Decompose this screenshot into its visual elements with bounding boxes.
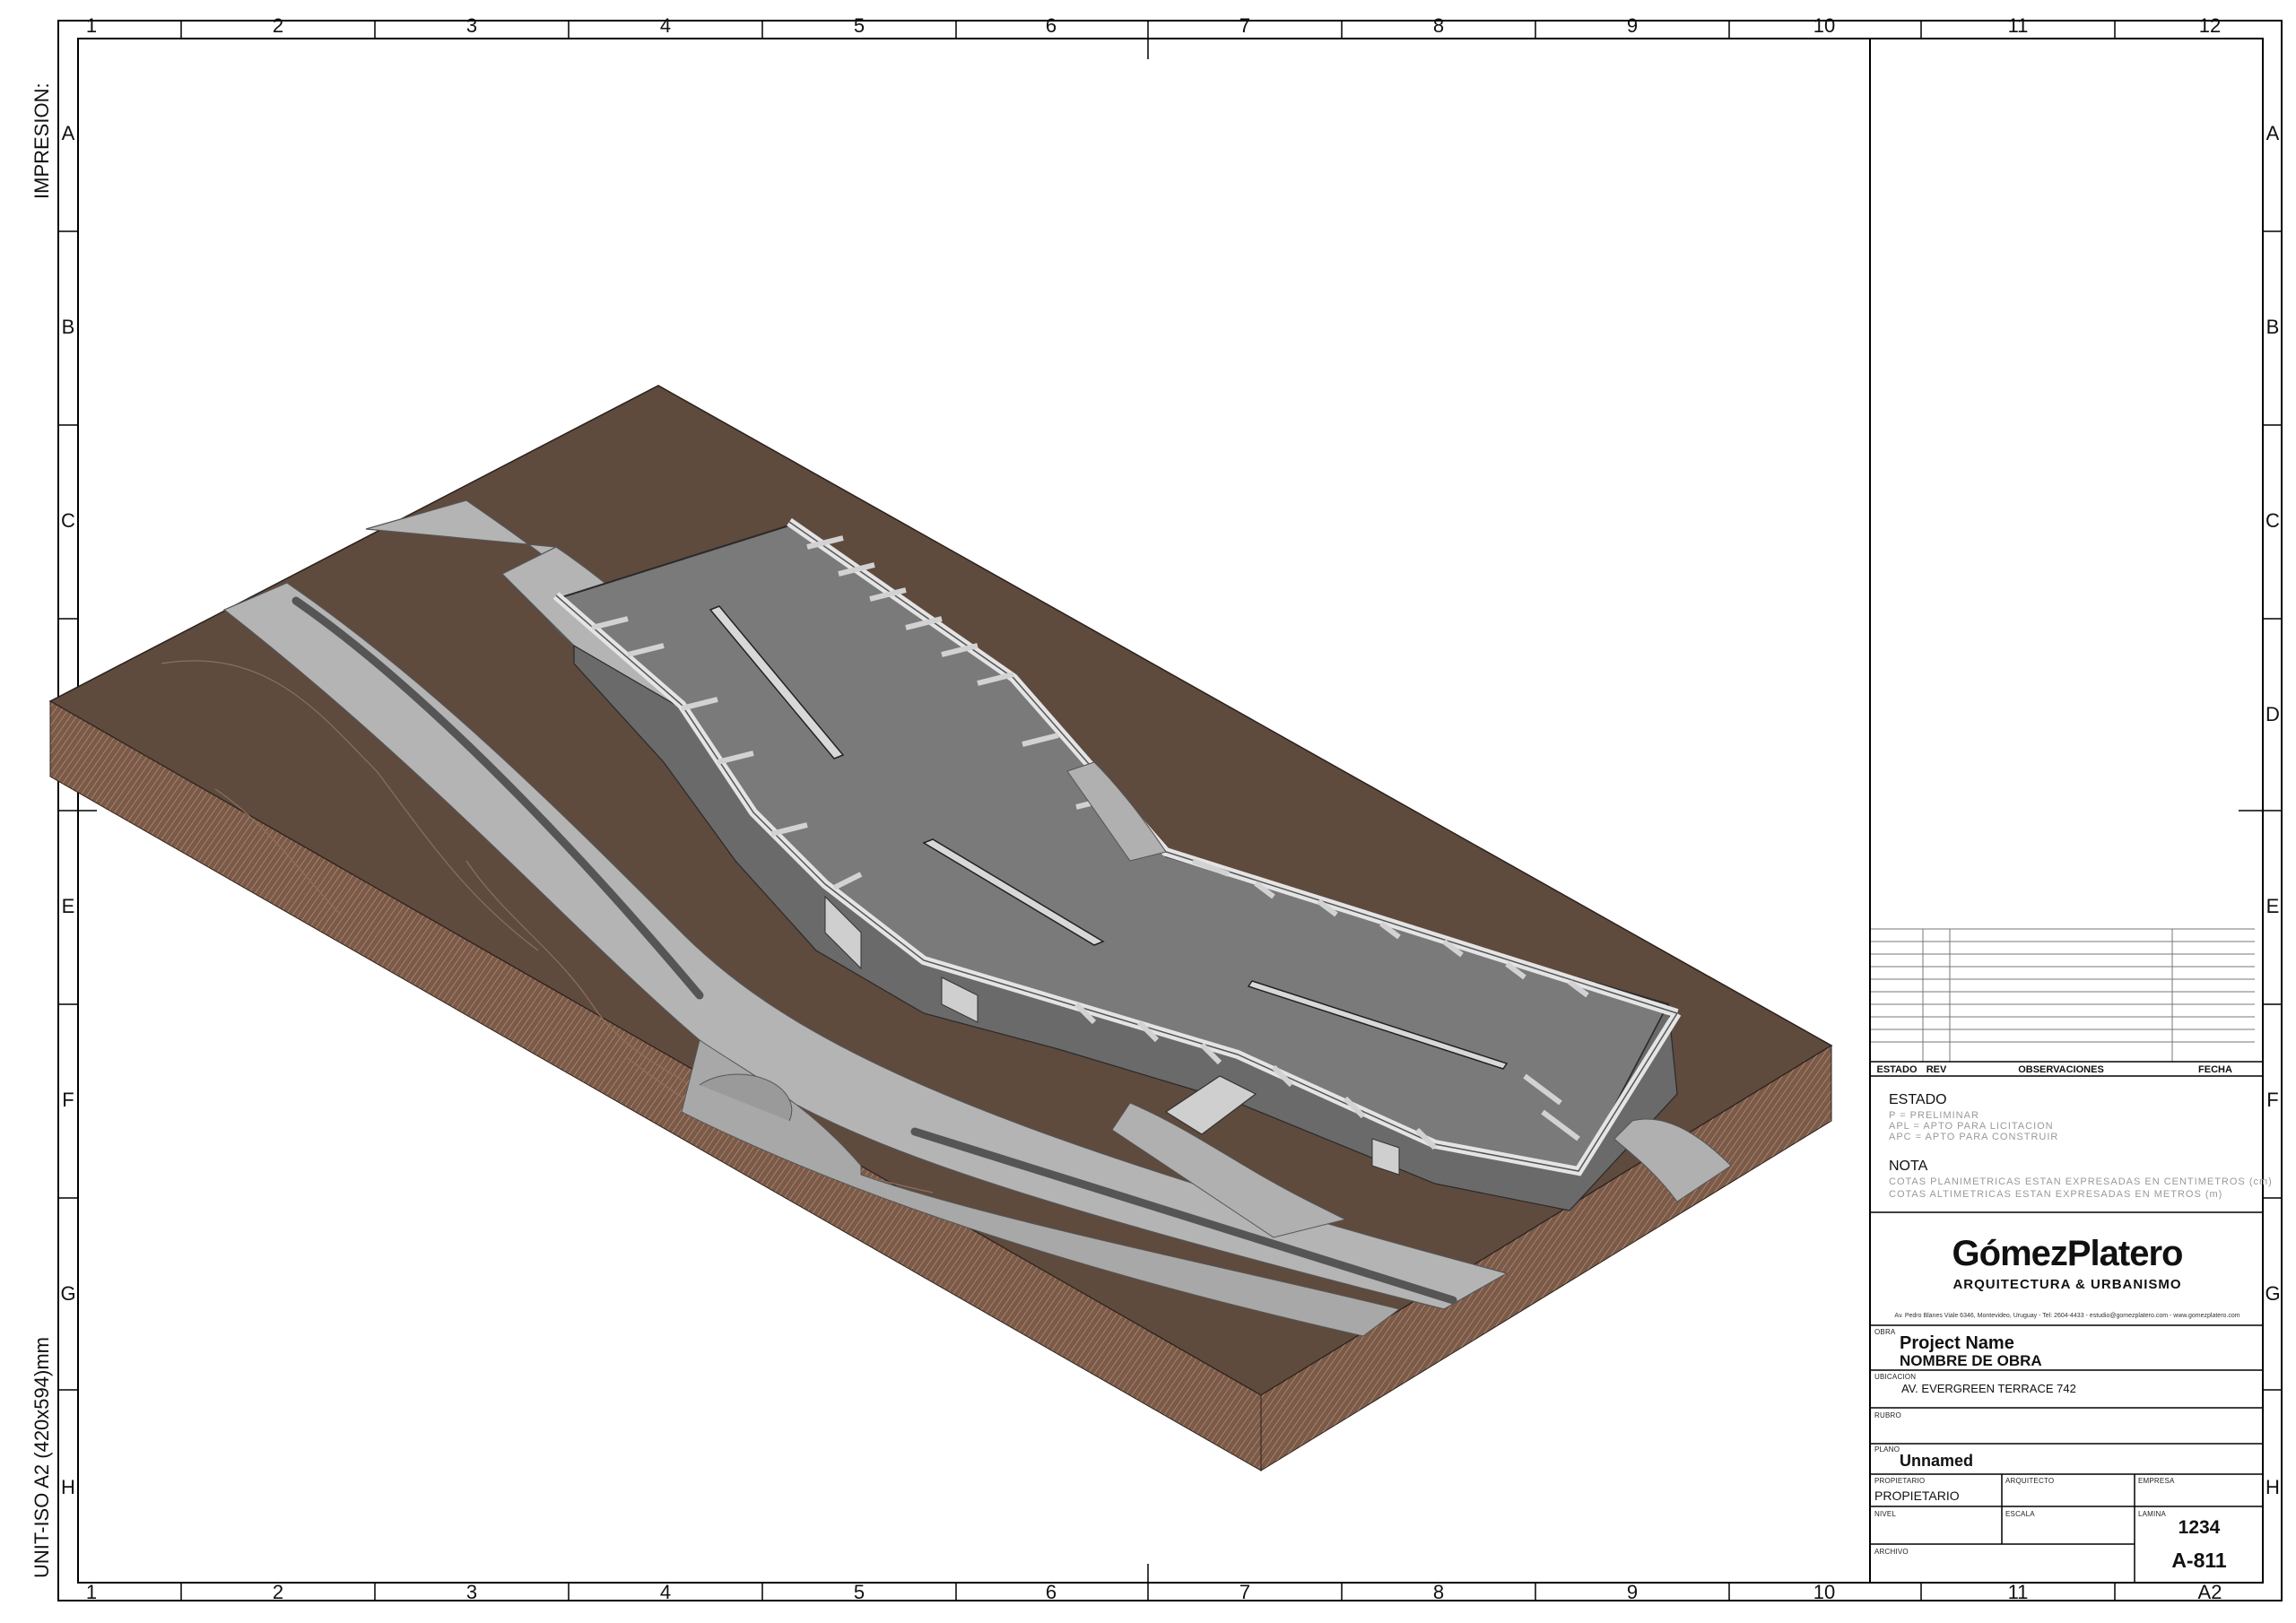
sheet-code: A-811 <box>2171 1549 2227 1572</box>
company-tagline: ARQUITECTURA & URBANISMO <box>1952 1277 2182 1292</box>
arquitecto-label: ARQUITECTO <box>2005 1477 2055 1485</box>
empresa-label: EMPRESA <box>2138 1477 2175 1485</box>
estado-line: APL = APTO PARA LICITACION <box>1889 1121 2054 1132</box>
nivel-label: NIVEL <box>1874 1510 1897 1518</box>
estado-line: APC = APTO PARA CONSTRUIR <box>1889 1132 2059 1142</box>
lamina-number: 1234 <box>2178 1517 2221 1538</box>
estado-title: ESTADO <box>1889 1092 1947 1107</box>
rev-header-estado: ESTADO <box>1876 1064 1918 1075</box>
estado-line: P = PRELIMINAR <box>1889 1110 1979 1121</box>
rubro-label: RUBRO <box>1874 1411 1901 1419</box>
obra-name: NOMBRE DE OBRA <box>1900 1352 2042 1369</box>
escala-label: ESCALA <box>2005 1510 2035 1518</box>
plano-value: Unnamed <box>1900 1452 1974 1470</box>
archivo-label: ARCHIVO <box>1874 1548 1909 1556</box>
propietario-value: PROPIETARIO <box>1874 1488 1960 1503</box>
obra-label: OBRA <box>1874 1328 1896 1336</box>
nota-line: COTAS PLANIMETRICAS ESTAN EXPRESADAS EN … <box>1889 1176 2273 1187</box>
propietario-label: PROPIETARIO <box>1874 1477 1926 1485</box>
rev-header-fecha: FECHA <box>2198 1064 2232 1075</box>
rev-header-observaciones: OBSERVACIONES <box>2018 1064 2104 1075</box>
ubicacion-value: AV. EVERGREEN TERRACE 742 <box>1901 1382 2076 1395</box>
revision-table-grid <box>1871 928 2264 1584</box>
company-logo: GómezPlatero <box>1952 1234 2184 1273</box>
plano-label: PLANO <box>1874 1445 1900 1454</box>
company-address: Av. Pedro Blanes Viale 6346, Montevideo,… <box>1894 1313 2240 1319</box>
ubicacion-label: UBICACION <box>1874 1373 1917 1381</box>
rev-header-rev: REV <box>1926 1064 1947 1075</box>
project-name: Project Name <box>1900 1333 2014 1353</box>
nota-line: COTAS ALTIMETRICAS ESTAN EXPRESADAS EN M… <box>1889 1189 2223 1200</box>
nota-title: NOTA <box>1889 1159 1928 1174</box>
